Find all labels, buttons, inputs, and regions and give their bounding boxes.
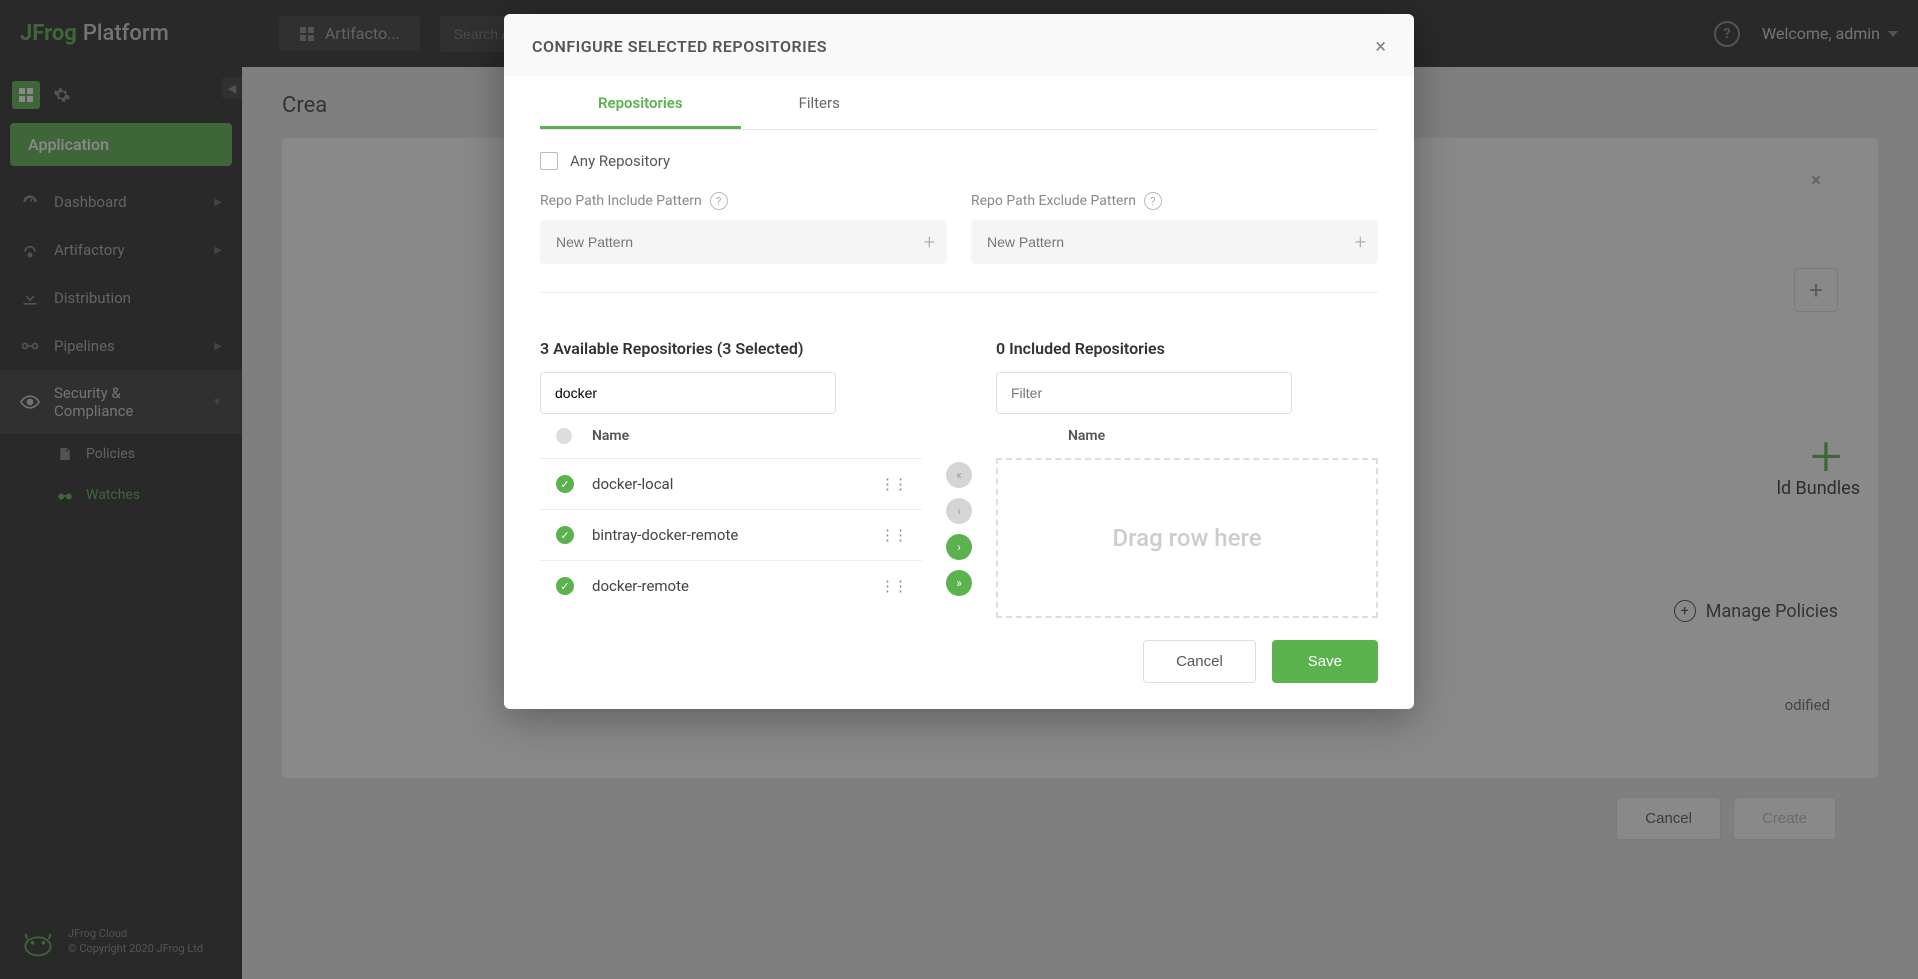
drag-handle-icon[interactable]: ⋮⋮ (880, 526, 906, 544)
modal-overlay: CONFIGURE SELECTED REPOSITORIES × Reposi… (0, 0, 1918, 979)
help-icon[interactable]: ? (1144, 192, 1162, 210)
exclude-pattern-col: Repo Path Exclude Pattern ? + (971, 192, 1378, 264)
included-title: 0 Included Repositories (996, 339, 1378, 358)
available-filter-input[interactable] (540, 372, 836, 414)
modal-header: CONFIGURE SELECTED REPOSITORIES × (504, 14, 1414, 76)
modal-footer: Cancel Save (504, 618, 1414, 709)
included-col: 0 Included Repositories Name Drag row he… (996, 339, 1378, 618)
available-title: 3 Available Repositories (3 Selected) (540, 339, 922, 358)
dual-list-section: 3 Available Repositories (3 Selected) Na… (540, 293, 1378, 618)
row-checkbox[interactable] (556, 577, 574, 595)
drag-handle-icon[interactable]: ⋮⋮ (880, 475, 906, 493)
included-filter-input[interactable] (996, 372, 1292, 414)
row-checkbox[interactable] (556, 526, 574, 544)
help-icon[interactable]: ? (710, 192, 728, 210)
include-input-wrap: + (540, 220, 947, 264)
table-row[interactable]: docker-local ⋮⋮ (540, 458, 922, 509)
include-pattern-input[interactable] (552, 220, 924, 264)
available-table-head: Name (540, 414, 922, 458)
modal-body: Repositories Filters Any Repository Repo… (504, 76, 1414, 618)
move-right-button[interactable]: › (946, 534, 972, 560)
include-label-text: Repo Path Include Pattern (540, 193, 702, 209)
any-repo-row: Any Repository (540, 130, 1378, 192)
tab-filters[interactable]: Filters (741, 76, 898, 129)
row-checkbox[interactable] (556, 475, 574, 493)
include-pattern-col: Repo Path Include Pattern ? + (540, 192, 947, 264)
available-col: 3 Available Repositories (3 Selected) Na… (540, 339, 922, 618)
drop-zone[interactable]: Drag row here (996, 458, 1378, 618)
move-left-button[interactable]: ‹ (946, 498, 972, 524)
exclude-pattern-label: Repo Path Exclude Pattern ? (971, 192, 1378, 210)
row-name: docker-remote (592, 577, 880, 595)
exclude-pattern-input[interactable] (983, 220, 1355, 264)
transfer-arrows: « ‹ › » (946, 339, 972, 618)
any-repo-label: Any Repository (570, 152, 670, 170)
modal-tabs: Repositories Filters (540, 76, 1378, 130)
col-name-label: Name (592, 428, 629, 444)
exclude-input-wrap: + (971, 220, 1378, 264)
row-name: docker-local (592, 475, 880, 493)
any-repo-checkbox[interactable] (540, 152, 558, 170)
tab-repositories[interactable]: Repositories (540, 76, 741, 129)
add-exclude-icon[interactable]: + (1355, 230, 1366, 254)
exclude-label-text: Repo Path Exclude Pattern (971, 193, 1136, 209)
row-name: bintray-docker-remote (592, 526, 880, 544)
modal-cancel-button[interactable]: Cancel (1143, 640, 1256, 683)
move-all-right-button[interactable]: » (946, 570, 972, 596)
drag-handle-icon[interactable]: ⋮⋮ (880, 577, 906, 595)
modal-title: CONFIGURE SELECTED REPOSITORIES (532, 37, 827, 56)
table-row[interactable]: docker-remote ⋮⋮ (540, 560, 922, 611)
move-all-left-button[interactable]: « (946, 462, 972, 488)
modal-close-button[interactable]: × (1375, 34, 1386, 58)
included-table-head: Name (996, 414, 1378, 458)
table-row[interactable]: bintray-docker-remote ⋮⋮ (540, 509, 922, 560)
pattern-row: Repo Path Include Pattern ? + Repo Path … (540, 192, 1378, 293)
available-table-body: docker-local ⋮⋮ bintray-docker-remote ⋮⋮… (540, 458, 922, 611)
modal-save-button[interactable]: Save (1272, 640, 1378, 683)
add-include-icon[interactable]: + (924, 230, 935, 254)
configure-repos-modal: CONFIGURE SELECTED REPOSITORIES × Reposi… (504, 14, 1414, 709)
col-name-label: Name (1068, 428, 1105, 444)
select-all-checkbox[interactable] (556, 428, 572, 444)
include-pattern-label: Repo Path Include Pattern ? (540, 192, 947, 210)
